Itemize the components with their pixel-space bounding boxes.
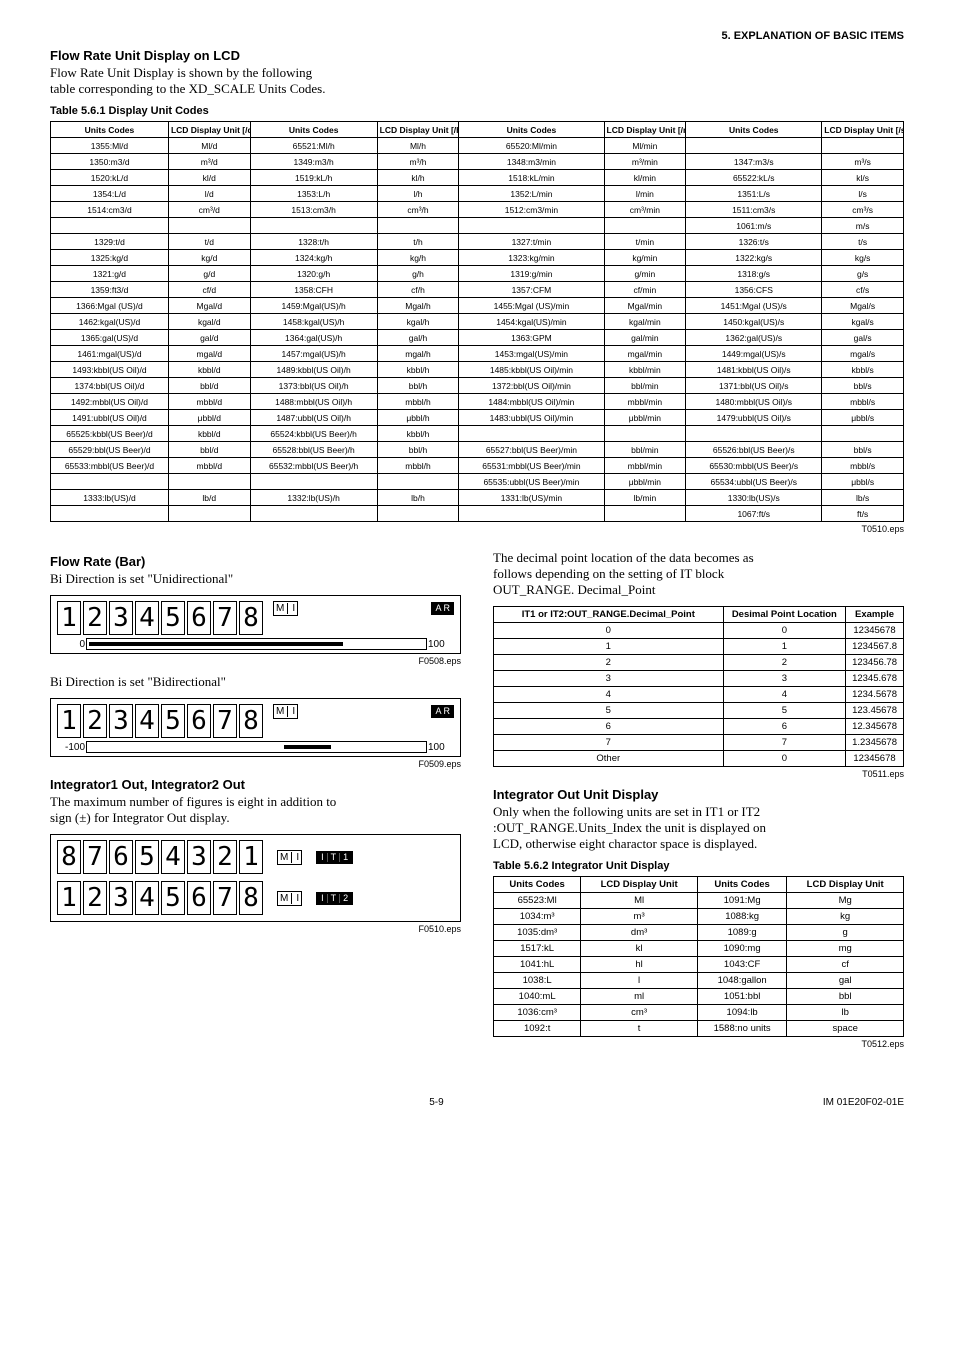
it1-box: IT1 xyxy=(316,851,353,864)
ar-box: A R xyxy=(431,602,454,615)
int-out-body: The maximum number of figures is eight i… xyxy=(50,794,461,826)
digit-cell: 1 xyxy=(57,881,81,915)
lcd-display-bi: 12345678 MI A R -100 100 xyxy=(50,698,461,757)
mi-box: MI xyxy=(277,850,302,865)
integrator-display: 87654321 MI IT1 12345678 MI IT2 xyxy=(50,834,461,922)
digit-cell: 5 xyxy=(135,840,159,874)
digit-cell: 6 xyxy=(109,840,133,874)
display-unit-codes-table: Units CodesLCD Display Unit [/d]Units Co… xyxy=(50,121,904,522)
mi-box: MI xyxy=(273,601,298,616)
section-header: 5. EXPLANATION OF BASIC ITEMS xyxy=(50,30,904,42)
decimal-body: The decimal point location of the data b… xyxy=(493,550,904,598)
digit-cell: 8 xyxy=(57,840,81,874)
digit-cell: 7 xyxy=(83,840,107,874)
decimal-point-table: IT1 or IT2:OUT_RANGE.Decimal_PointDesima… xyxy=(493,606,904,767)
digit-cell: 2 xyxy=(83,881,107,915)
digit-cell: 7 xyxy=(213,881,237,915)
digit-cell: 1 xyxy=(57,704,81,738)
digit-cell: 4 xyxy=(135,881,159,915)
bidirectional-text: Bi Direction is set "Bidirectional" xyxy=(50,674,461,690)
digit-cell: 4 xyxy=(135,704,159,738)
lcd-display-uni: 12345678 MI A R 0 100 xyxy=(50,595,461,654)
digit-cell: 5 xyxy=(161,881,185,915)
table-caption-561: Table 5.6.1 Display Unit Codes xyxy=(50,105,904,117)
integrator-out-title: Integrator1 Out, Integrator2 Out xyxy=(50,777,461,792)
digit-cell: 8 xyxy=(239,704,263,738)
unidirectional-text: Bi Direction is set "Unidirectional" xyxy=(50,571,461,587)
digit-cell: 8 xyxy=(239,881,263,915)
digit-cell: 1 xyxy=(57,601,81,635)
digit-cell: 2 xyxy=(83,601,107,635)
digit-cell: 2 xyxy=(83,704,107,738)
digit-cell: 4 xyxy=(135,601,159,635)
int-unit-title: Integrator Out Unit Display xyxy=(493,787,904,802)
eps-t0512: T0512.eps xyxy=(493,1039,904,1049)
eps-f0510: F0510.eps xyxy=(50,924,461,934)
integrator-unit-table: Units CodesLCD Display UnitUnits CodesLC… xyxy=(493,876,904,1037)
it2-box: IT2 xyxy=(316,892,353,905)
digit-cell: 6 xyxy=(187,601,211,635)
bar-bi xyxy=(86,741,427,753)
digit-cell: 3 xyxy=(187,840,211,874)
digit-cell: 1 xyxy=(239,840,263,874)
digit-cell: 5 xyxy=(161,601,185,635)
digit-cell: 2 xyxy=(213,840,237,874)
flow-lcd-title: Flow Rate Unit Display on LCD xyxy=(50,48,904,63)
flow-rate-bar-title: Flow Rate (Bar) xyxy=(50,554,461,569)
digit-cell: 4 xyxy=(161,840,185,874)
eps-f0508: F0508.eps xyxy=(50,656,461,666)
flow-lcd-body: Flow Rate Unit Display is shown by the f… xyxy=(50,65,904,97)
digit-cell: 6 xyxy=(187,704,211,738)
mi-box: MI xyxy=(273,704,298,719)
digit-cell: 3 xyxy=(109,704,133,738)
int-unit-body: Only when the following units are set in… xyxy=(493,804,904,852)
digit-cell: 6 xyxy=(187,881,211,915)
table-caption-562: Table 5.6.2 Integrator Unit Display xyxy=(493,860,904,872)
page-footer: 5-9 IM 01E20F02-01E xyxy=(50,1097,904,1108)
eps-t0511: T0511.eps xyxy=(493,769,904,779)
digit-cell: 7 xyxy=(213,601,237,635)
digit-cell: 8 xyxy=(239,601,263,635)
digit-cell: 7 xyxy=(213,704,237,738)
bar-uni xyxy=(86,638,427,650)
digit-cell: 3 xyxy=(109,881,133,915)
ar-box: A R xyxy=(431,705,454,718)
digit-cell: 5 xyxy=(161,704,185,738)
digit-cell: 3 xyxy=(109,601,133,635)
mi-box: MI xyxy=(277,891,302,906)
eps-t0510: T0510.eps xyxy=(50,524,904,534)
eps-f0509: F0509.eps xyxy=(50,759,461,769)
